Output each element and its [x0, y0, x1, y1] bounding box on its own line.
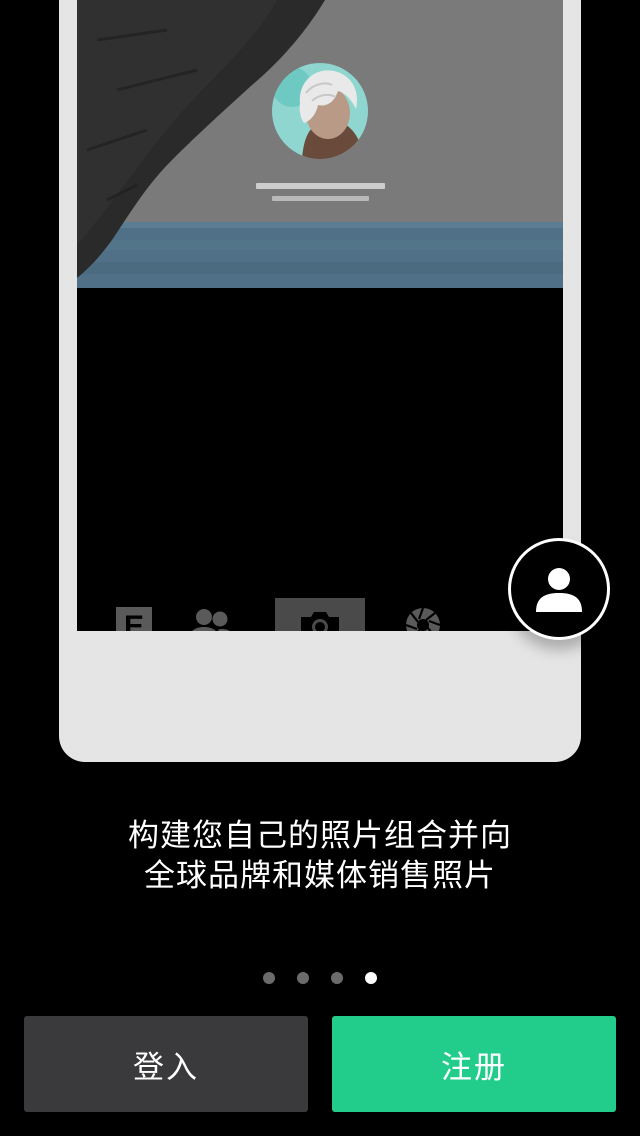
caption-line-2: 全球品牌和媒体销售照片: [144, 858, 496, 894]
signup-button[interactable]: 注册: [332, 1016, 616, 1112]
onboarding-caption: 构建您自己的照片组合并向 全球品牌和媒体销售照片: [0, 816, 640, 896]
page-dot-3[interactable]: [331, 972, 343, 984]
profile-name-placeholder: [256, 183, 385, 189]
camera-icon: [275, 598, 365, 631]
people-icon: [175, 598, 247, 631]
login-button[interactable]: 登入: [24, 1016, 308, 1112]
page-dot-2[interactable]: [297, 972, 309, 984]
page-indicator: [0, 972, 640, 984]
caption-line-1: 构建您自己的照片组合并向: [128, 818, 512, 854]
page-dot-4-active[interactable]: [365, 972, 377, 984]
aperture-icon: [399, 598, 447, 631]
avatar: [272, 63, 368, 159]
profile-cover-image: [77, 0, 563, 288]
page-dot-1[interactable]: [263, 972, 275, 984]
phone-mockup: E: [59, 0, 610, 762]
phone-mockup-screen: E: [77, 0, 563, 631]
onboarding-screen: E 构建您自己的照片组合并向 全球品牌和媒体销售照片 登入 注册: [0, 0, 640, 1136]
editors-choice-icon: E: [107, 598, 161, 631]
profile-subtitle-placeholder: [272, 196, 369, 201]
svg-text:E: E: [124, 610, 144, 631]
profile-icon: [536, 568, 582, 612]
profile-tab-highlight: [508, 538, 610, 640]
mockup-tab-bar: E: [77, 598, 563, 631]
